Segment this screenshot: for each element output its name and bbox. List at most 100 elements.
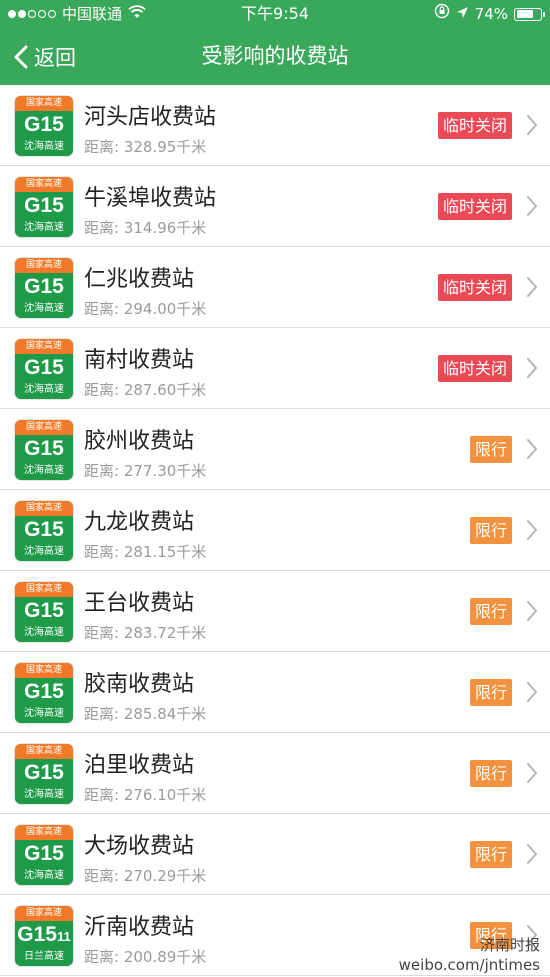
chevron-right-icon	[526, 357, 538, 383]
shield-code: G15	[24, 275, 64, 298]
station-name: 泊里收费站	[84, 753, 195, 778]
chevron-right-icon	[526, 276, 538, 302]
status-badge: 限行	[469, 436, 512, 463]
shield-code: G15	[24, 437, 64, 460]
highway-shield-icon: 国家高速 G15 沈海高速	[14, 257, 74, 319]
station-distance: 距离: 281.15千米	[84, 543, 207, 561]
navigation-bar: 返回 受影响的收费站	[0, 28, 550, 85]
shield-code: G15	[24, 113, 64, 136]
status-badge: 临时关闭	[437, 355, 512, 382]
status-badge: 限行	[469, 517, 512, 544]
shield-route-code: G15	[15, 273, 73, 302]
station-row[interactable]: 国家高速 G15 沈海高速 河头店收费站距离: 328.95千米 临时关闭	[0, 85, 550, 166]
shield-highway-name: 沈海高速	[24, 870, 64, 881]
shield-highway-name: 沈海高速	[24, 303, 64, 314]
shield-top-label: 国家高速	[15, 420, 73, 435]
shield-code: G15	[24, 518, 64, 541]
shield-highway-name: 沈海高速	[24, 789, 64, 800]
station-distance: 距离: 285.84千米	[84, 705, 207, 723]
status-badge: 限行	[469, 841, 512, 868]
station-name: 九龙收费站	[84, 510, 195, 535]
shield-top-label: 国家高速	[15, 501, 73, 516]
shield-route-code: G15	[15, 759, 73, 788]
watermark-url: weibo.com/jntimes	[398, 956, 540, 974]
chevron-right-icon	[526, 762, 538, 788]
chevron-right-icon	[526, 438, 538, 464]
shield-top-label: 国家高速	[15, 339, 73, 354]
highway-shield-icon: 国家高速 G15 沈海高速	[14, 662, 74, 724]
chevron-right-icon	[526, 681, 538, 707]
station-distance: 距离: 314.96千米	[84, 219, 207, 237]
station-name: 仁兆收费站	[84, 267, 195, 292]
station-row[interactable]: 国家高速 G15 沈海高速 大场收费站距离: 270.29千米 限行	[0, 814, 550, 895]
status-badge: 限行	[469, 760, 512, 787]
station-name: 胶南收费站	[84, 672, 195, 697]
station-name: 沂南收费站	[84, 915, 195, 940]
highway-shield-icon: 国家高速 G1511 日兰高速	[14, 905, 74, 967]
station-row[interactable]: 国家高速 G15 沈海高速 王台收费站 距离: 283.72千米 限行	[0, 571, 550, 652]
station-name: 大场收费站	[84, 834, 195, 859]
chevron-right-icon	[526, 843, 538, 869]
shield-code-sub: 11	[56, 929, 71, 944]
shield-route-code: G15	[15, 192, 73, 221]
shield-highway-name: 沈海高速	[24, 546, 64, 557]
watermark-name: 济南时报	[479, 936, 540, 954]
station-distance: 距离: 287.60千米	[84, 381, 207, 399]
shield-highway-name: 日兰高速	[24, 951, 64, 962]
chevron-right-icon	[526, 114, 538, 140]
shield-highway-name: 沈海高速	[24, 384, 64, 395]
station-distance: 距离: 200.89千米	[84, 948, 207, 966]
station-distance: 距离: 277.30千米	[84, 462, 207, 480]
highway-shield-icon: 国家高速 G15 沈海高速	[14, 338, 74, 400]
station-row[interactable]: 国家高速 G15 沈海高速 泊里收费站距离: 276.10千米 限行	[0, 733, 550, 814]
highway-shield-icon: 国家高速 G15 沈海高速	[14, 176, 74, 238]
shield-highway-name: 沈海高速	[24, 141, 64, 152]
status-bar: 中国联通 下午9:54 74%	[0, 0, 550, 28]
status-right: 74%	[434, 0, 545, 28]
shield-top-label: 国家高速	[15, 825, 73, 840]
station-name: 河头店收费站	[84, 105, 217, 130]
shield-route-code: G15	[15, 354, 73, 383]
status-badge: 临时关闭	[437, 112, 512, 139]
highway-shield-icon: 国家高速 G15 沈海高速	[14, 581, 74, 643]
highway-shield-icon: 国家高速 G15 沈海高速	[14, 419, 74, 481]
shield-route-code: G15	[15, 840, 73, 869]
station-name: 南村收费站	[84, 348, 195, 373]
page-title: 受影响的收费站	[201, 44, 349, 68]
shield-route-code: G15	[15, 111, 73, 140]
station-distance: 距离: 270.29千米	[84, 867, 207, 885]
shield-code: G15	[24, 599, 64, 622]
shield-code: G15	[24, 680, 64, 703]
battery-percent: 74%	[474, 5, 508, 23]
shield-code: G15	[24, 842, 64, 865]
station-row[interactable]: 国家高速 G15 沈海高速 胶南收费站 距离: 285.84千米 限行	[0, 652, 550, 733]
station-name: 胶州收费站	[84, 429, 195, 454]
shield-route-code: G15	[15, 678, 73, 707]
station-distance: 距离: 283.72千米	[84, 624, 207, 642]
shield-route-code: G15	[15, 435, 73, 464]
station-distance: 距离: 328.95千米	[84, 138, 207, 156]
shield-route-code: G15	[15, 516, 73, 545]
shield-highway-name: 沈海高速	[24, 708, 64, 719]
status-badge: 限行	[469, 598, 512, 625]
highway-shield-icon: 国家高速 G15 沈海高速	[14, 743, 74, 805]
highway-shield-icon: 国家高速 G15 沈海高速	[14, 95, 74, 157]
shield-top-label: 国家高速	[15, 258, 73, 273]
station-row[interactable]: 国家高速 G15 沈海高速 胶州收费站 距离: 277.30千米 限行	[0, 409, 550, 490]
station-row[interactable]: 国家高速 G15 沈海高速 牛溪埠收费站 距离: 314.96千米 临时关闭	[0, 166, 550, 247]
station-row[interactable]: 国家高速 G15 沈海高速 仁兆收费站 距离: 294.00千米 临时关闭	[0, 247, 550, 328]
station-row[interactable]: 国家高速 G15 沈海高速 九龙收费站距离: 281.15千米 限行	[0, 490, 550, 571]
shield-highway-name: 沈海高速	[24, 627, 64, 638]
shield-top-label: 国家高速	[15, 582, 73, 597]
shield-top-label: 国家高速	[15, 96, 73, 111]
shield-top-label: 国家高速	[15, 177, 73, 192]
station-list: 国家高速 G15 沈海高速 河头店收费站 距离: 328.95千米 临时关闭 国家高速 G15…	[0, 85, 550, 976]
shield-top-label: 国家高速	[15, 906, 73, 921]
station-distance: 距离: 276.10千米	[84, 786, 207, 804]
station-name: 牛溪埠收费站	[84, 186, 217, 211]
station-row[interactable]: 国家高速 G15 沈海高速 南村收费站距离: 287.60千米 临时关闭	[0, 328, 550, 409]
shield-route-code: G1511	[15, 921, 73, 950]
chevron-right-icon	[526, 600, 538, 626]
shield-code: G15	[24, 356, 64, 379]
weibo-watermark: 济南时报 weibo.com/jntimes	[399, 935, 540, 975]
